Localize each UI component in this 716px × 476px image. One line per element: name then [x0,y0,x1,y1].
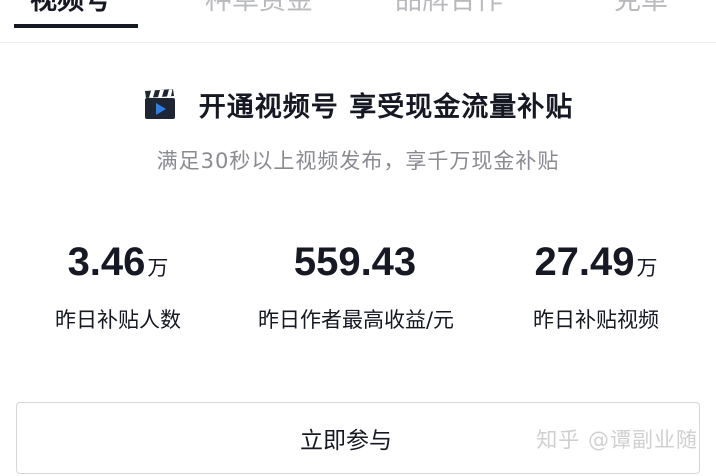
film-clapperboard-icon [144,89,175,119]
stat-label: 昨日补贴人数 [55,308,181,332]
stat-value: 27.49 [534,240,635,284]
active-tab-indicator [14,24,138,28]
subtitle: 满足30秒以上视频发布，享千万现金补贴 [156,149,560,173]
page: 视频号 种草赏金 品牌合作 克革 开通视频号 享受现金流量补贴 满足30秒以上视… [0,0,716,476]
tab-fourth[interactable]: 克革 [614,0,668,16]
stat-unit: 万 [636,256,658,280]
tab-brand-cooperation[interactable]: 品牌合作 [395,0,503,16]
stat-top-earnings: 559.43 昨日作者最高收益/元 [236,240,476,334]
headline-title: 开通视频号 享受现金流量补贴 [198,91,574,123]
tab-video-account[interactable]: 视频号 [30,0,111,16]
stat-label: 昨日补贴视频 [533,308,659,332]
stat-value: 3.46 [67,240,146,284]
stat-subsidized-users: 3.46万 昨日补贴人数 [0,240,236,334]
stat-subsidized-videos: 27.49万 昨日补贴视频 [476,240,716,334]
watermark: 知乎 @谭副业随 [536,428,698,452]
tab-bar: 视频号 种草赏金 品牌合作 克革 [0,0,716,42]
stat-value: 559.43 [293,240,417,284]
join-button-label: 立即参与 [300,428,392,454]
tab-seeding-bounty[interactable]: 种草赏金 [205,0,313,16]
stat-label: 昨日作者最高收益/元 [257,308,455,332]
headline: 开通视频号 享受现金流量补贴 [0,84,716,124]
stat-unit: 万 [147,256,169,280]
tab-divider [0,42,716,43]
